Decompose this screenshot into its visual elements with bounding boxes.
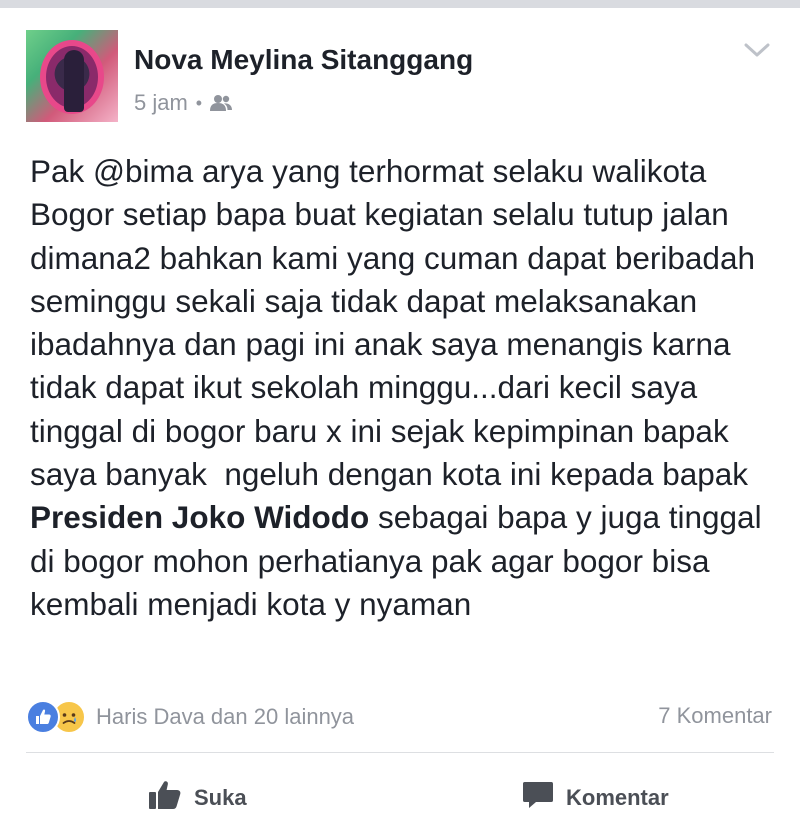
post-text: Pak @bima arya yang terhormat selaku wal… (30, 150, 782, 626)
meta-separator: • (195, 93, 203, 113)
comment-button[interactable]: Komentar (522, 772, 669, 824)
actions-divider (26, 752, 774, 753)
post-text-part-1: Pak @bima arya yang terhormat selaku wal… (30, 153, 764, 493)
top-divider-bar (0, 0, 800, 8)
author-name[interactable]: Nova Meylina Sitanggang (134, 44, 473, 76)
post-text-bold-mention[interactable]: Presiden Joko Widodo (30, 499, 369, 535)
reactions-summary[interactable]: Haris Dava dan 20 lainnya (26, 700, 354, 734)
like-label: Suka (194, 785, 247, 810)
avatar-figure (64, 50, 84, 112)
post-time[interactable]: 5 jam (134, 90, 188, 116)
author-avatar[interactable] (26, 30, 118, 122)
comment-label: Komentar (566, 785, 669, 810)
chevron-down-icon[interactable] (742, 40, 772, 60)
thumbs-up-icon (148, 780, 182, 816)
reactors-text[interactable]: Haris Dava dan 20 lainnya (96, 704, 354, 730)
like-reaction-icon (26, 700, 60, 734)
comment-icon (522, 780, 554, 816)
post-meta: 5 jam • (134, 90, 233, 116)
friends-icon[interactable] (210, 94, 233, 112)
comments-count[interactable]: 7 Komentar (658, 703, 772, 729)
like-button[interactable]: Suka (148, 772, 247, 824)
